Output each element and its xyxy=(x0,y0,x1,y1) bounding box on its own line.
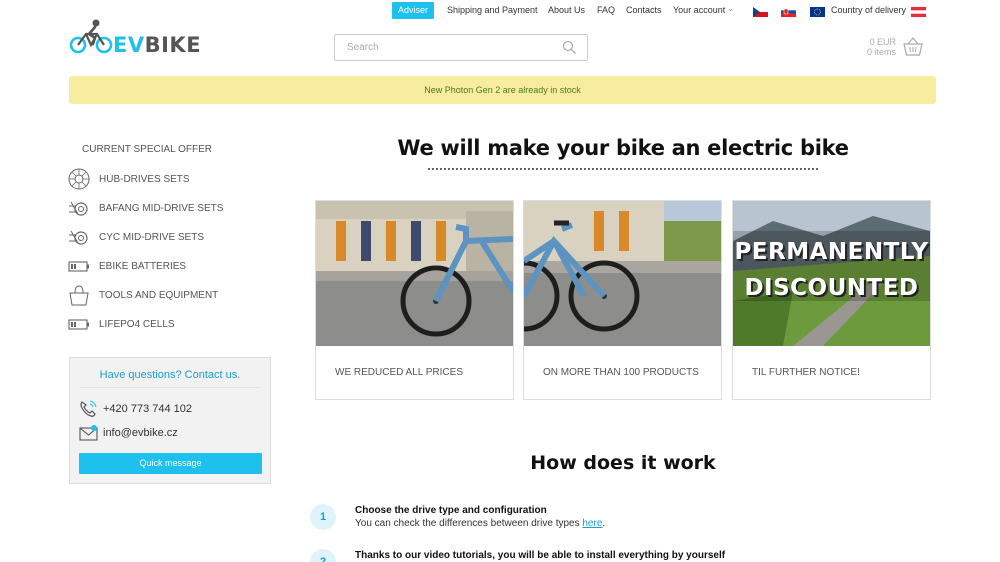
sidebar-item-lifepo4[interactable]: LIFEPO4 CELLS xyxy=(68,313,268,337)
quick-message-button[interactable]: Quick message xyxy=(79,453,262,474)
sidebar-item-label: BAFANG MID-DRIVE SETS xyxy=(99,203,224,214)
nav-contacts-link[interactable]: Contacts xyxy=(626,2,662,19)
search-box xyxy=(334,34,588,61)
sidebar-item-label: CYC MID-DRIVE SETS xyxy=(99,232,205,243)
sidebar-item-bafang[interactable]: BAFANG MID-DRIVE SETS xyxy=(68,197,268,221)
nav-about-link[interactable]: About Us xyxy=(548,2,585,19)
country-of-delivery-label[interactable]: Country of delivery xyxy=(831,2,906,19)
promo-card-discounted[interactable]: PERMANENTLY DISCOUNTED TIL FURTHER NOTIC… xyxy=(732,200,931,400)
battery-icon xyxy=(68,261,89,272)
contact-email[interactable]: info@evbike.cz xyxy=(103,427,178,439)
bike-photo xyxy=(524,201,721,346)
battery-icon xyxy=(68,319,89,330)
cart-items-count[interactable]: 0 items xyxy=(860,47,896,57)
step-title: Thanks to our video tutorials, you will … xyxy=(355,550,726,561)
here-link[interactable]: here xyxy=(582,518,602,529)
landscape-photo: PERMANENTLY DISCOUNTED xyxy=(733,201,930,346)
mid-drive-icon xyxy=(69,201,88,216)
sidebar-item-label: HUB-DRIVES SETS xyxy=(99,174,190,185)
slovak-flag-icon[interactable] xyxy=(781,7,796,17)
page-title: We will make your bike an electric bike xyxy=(397,136,849,160)
search-input[interactable] xyxy=(347,35,557,60)
eu-flag-icon[interactable] xyxy=(810,7,825,17)
title-divider xyxy=(428,168,818,170)
mail-icon xyxy=(79,425,98,441)
basket-icon[interactable] xyxy=(902,37,924,57)
card-label: TIL FURTHER NOTICE! xyxy=(752,367,860,378)
sidebar-title: CURRENT SPECIAL OFFER xyxy=(82,144,213,155)
contact-heading[interactable]: Have questions? Contact us. xyxy=(70,369,270,381)
contact-box: Have questions? Contact us. +420 773 744… xyxy=(69,357,271,484)
bike-photo xyxy=(316,201,513,346)
search-icon[interactable] xyxy=(562,40,577,55)
sidebar-item-label: LIFEPO4 CELLS xyxy=(99,319,175,330)
overlay-text-line1: PERMANENTLY xyxy=(734,239,929,265)
adviser-button[interactable]: Adviser xyxy=(392,2,434,19)
sidebar-item-cyc[interactable]: CYC MID-DRIVE SETS xyxy=(68,226,268,250)
step-number: 1 xyxy=(310,504,336,530)
divider xyxy=(80,387,260,388)
how-it-works-title: How does it work xyxy=(530,452,716,474)
cyclist-logo-icon xyxy=(69,19,113,54)
step-number: 2 xyxy=(310,549,336,562)
promo-card-products[interactable]: ON MORE THAN 100 PRODUCTS xyxy=(523,200,722,400)
mid-drive-icon xyxy=(69,230,88,245)
sidebar-item-label: EBIKE BATTERIES xyxy=(99,261,187,272)
phone-icon xyxy=(80,400,97,417)
contact-phone[interactable]: +420 773 744 102 xyxy=(103,403,192,415)
sidebar-item-batteries[interactable]: EBIKE BATTERIES xyxy=(68,255,268,279)
bag-icon xyxy=(69,285,89,306)
chevron-down-icon: ⌄ xyxy=(727,4,734,13)
nav-shipping-link[interactable]: Shipping and Payment xyxy=(447,2,538,19)
sidebar-item-label: TOOLS AND EQUIPMENT xyxy=(99,290,219,301)
sidebar-item-hub-drives[interactable]: HUB-DRIVES SETS xyxy=(68,168,268,192)
hub-motor-icon xyxy=(68,168,90,190)
promo-card-prices[interactable]: WE REDUCED ALL PRICES xyxy=(315,200,514,400)
austria-flag-icon[interactable] xyxy=(911,7,926,17)
step-title: Choose the drive type and configuration xyxy=(355,505,547,516)
logo-wordmark[interactable]: EVBIKE xyxy=(113,33,201,57)
announcement-banner[interactable]: New Photon Gen 2 are already in stock xyxy=(69,76,936,104)
card-label: WE REDUCED ALL PRICES xyxy=(335,367,463,378)
czech-flag-icon[interactable] xyxy=(753,7,768,17)
step-text: You can check the differences between dr… xyxy=(355,518,606,529)
overlay-text-line2: DISCOUNTED xyxy=(744,275,919,301)
nav-account-link[interactable]: Your account xyxy=(673,2,725,19)
nav-faq-link[interactable]: FAQ xyxy=(597,2,615,19)
card-label: ON MORE THAN 100 PRODUCTS xyxy=(543,367,699,378)
sidebar-item-tools[interactable]: TOOLS AND EQUIPMENT xyxy=(68,284,268,308)
cart-amount[interactable]: 0 EUR xyxy=(868,37,896,47)
